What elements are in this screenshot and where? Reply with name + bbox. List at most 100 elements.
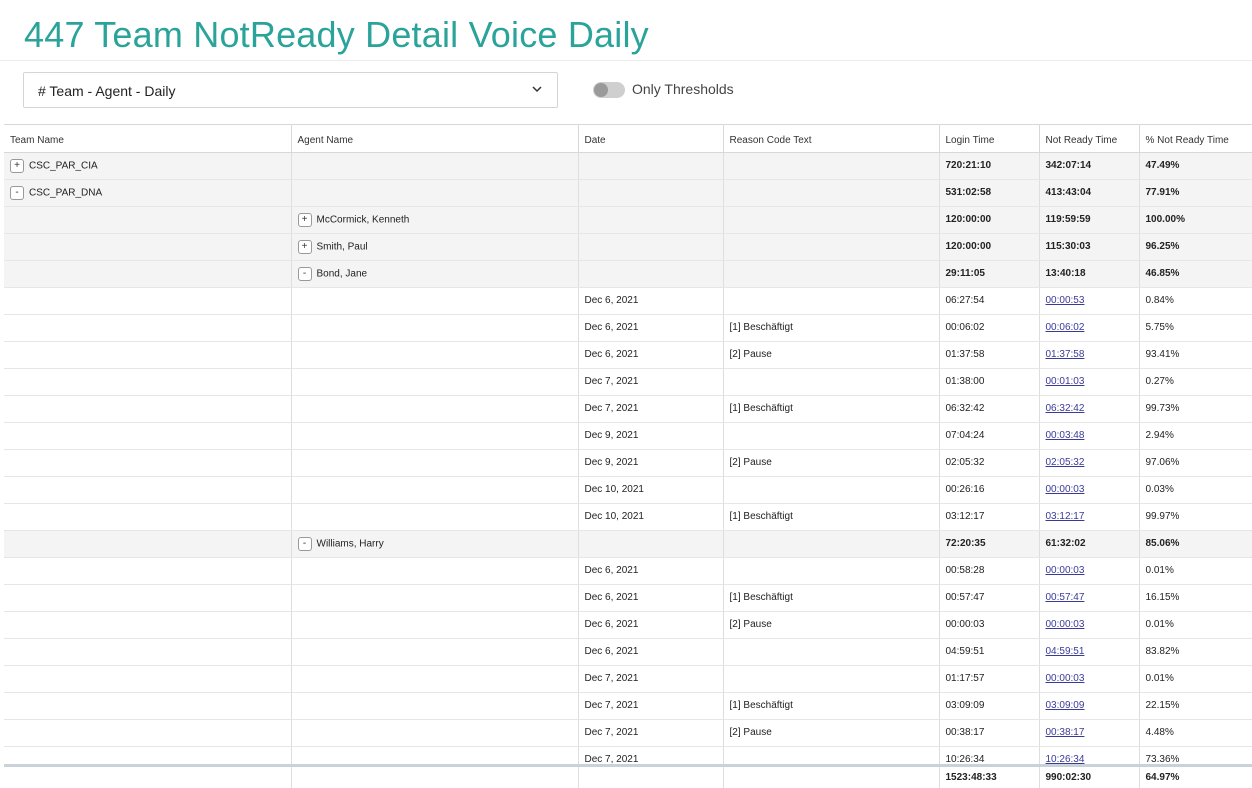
table-row: Dec 10, 2021 [1] Beschäftigt 03:12:17 03:12… bbox=[4, 503, 1252, 531]
team-name-cell bbox=[4, 341, 292, 369]
table-row: Dec 6, 2021 00:58:28 00:00:03 0.01% bbox=[4, 557, 1252, 585]
login-time-cell: 02:05:32 bbox=[939, 449, 1040, 477]
not-ready-time-link[interactable]: 00:00:03 bbox=[1046, 484, 1085, 495]
agent-name-cell bbox=[291, 287, 579, 315]
login-time-cell: 03:12:17 bbox=[939, 503, 1040, 531]
table-row: Dec 7, 2021 [1] Beschäftigt 06:32:42 06:32:… bbox=[4, 395, 1252, 423]
not-ready-time-cell: 00:00:03 bbox=[1039, 611, 1140, 639]
date-cell: Dec 7, 2021 bbox=[578, 719, 724, 747]
view-select[interactable]: # Team - Agent - Daily bbox=[23, 72, 558, 108]
not-ready-time-link[interactable]: 00:38:17 bbox=[1046, 727, 1085, 738]
reason-code-cell bbox=[723, 152, 940, 180]
login-time-cell: 01:17:57 bbox=[939, 665, 1040, 693]
col-header-pct-not-ready[interactable]: % Not Ready Time bbox=[1139, 125, 1252, 153]
login-time-cell: 00:06:02 bbox=[939, 314, 1040, 342]
col-header-date[interactable]: Date bbox=[578, 125, 724, 153]
not-ready-time-link[interactable]: 06:32:42 bbox=[1046, 403, 1085, 414]
agent-name-cell: - Williams, Harry bbox=[291, 530, 579, 558]
table-row: Dec 6, 2021 [1] Beschäftigt 00:57:47 00:57:… bbox=[4, 584, 1252, 612]
agent-summary-row: - Williams, Harry 72:20:35 61:32:02 85.06% bbox=[4, 530, 1252, 558]
reason-code-cell: [1] Beschäftigt bbox=[723, 314, 940, 342]
date-cell: Dec 6, 2021 bbox=[578, 638, 724, 666]
not-ready-time-link[interactable]: 02:05:32 bbox=[1046, 457, 1085, 468]
agent-name-cell bbox=[291, 638, 579, 666]
login-time-cell: 29:11:05 bbox=[939, 260, 1040, 288]
table-row: Dec 6, 2021 04:59:51 04:59:51 83.82% bbox=[4, 638, 1252, 666]
reason-code-cell bbox=[723, 530, 940, 558]
thresholds-toggle-label: Only Thresholds bbox=[632, 81, 734, 97]
not-ready-time-link[interactable]: 04:59:51 bbox=[1046, 646, 1085, 657]
not-ready-time-link[interactable]: 00:00:03 bbox=[1046, 619, 1085, 630]
not-ready-time-link[interactable]: 00:03:48 bbox=[1046, 430, 1085, 441]
not-ready-time-cell: 06:32:42 bbox=[1039, 395, 1140, 423]
team-name-cell bbox=[4, 611, 292, 639]
agent-name-cell-label: McCormick, Kenneth bbox=[316, 214, 410, 225]
pct-not-ready-cell: 0.01% bbox=[1139, 611, 1252, 639]
agent-name-cell bbox=[291, 449, 579, 477]
col-header-reason-code[interactable]: Reason Code Text bbox=[723, 125, 940, 153]
not-ready-time-cell: 00:00:03 bbox=[1039, 665, 1140, 693]
report-grid[interactable]: Team Name Agent Name Date Reason Code Te… bbox=[4, 124, 1252, 788]
date-cell bbox=[578, 260, 724, 288]
col-header-team-name[interactable]: Team Name bbox=[4, 125, 292, 153]
login-time-cell: 00:57:47 bbox=[939, 584, 1040, 612]
not-ready-time-link[interactable]: 00:57:47 bbox=[1046, 592, 1085, 603]
date-cell: Dec 9, 2021 bbox=[578, 449, 724, 477]
date-cell: Dec 6, 2021 bbox=[578, 611, 724, 639]
pct-not-ready-cell: 22.15% bbox=[1139, 692, 1252, 720]
agent-name-cell bbox=[291, 395, 579, 423]
reason-code-cell bbox=[723, 179, 940, 207]
expand-button[interactable]: + bbox=[297, 212, 312, 227]
team-summary-row: - CSC_PAR_DNA 531:02:58 413:43:04 77.91% bbox=[4, 179, 1252, 207]
not-ready-time-link[interactable]: 00:00:53 bbox=[1046, 295, 1085, 306]
not-ready-time-link[interactable]: 03:09:09 bbox=[1046, 700, 1085, 711]
agent-name-cell bbox=[291, 503, 579, 531]
table-body: + CSC_PAR_CIA 720:21:10 342:07:14 47.49% - CSC… bbox=[4, 152, 1252, 774]
team-name-cell-label: CSC_PAR_CIA bbox=[29, 160, 98, 171]
reason-code-cell: [1] Beschäftigt bbox=[723, 692, 940, 720]
pct-not-ready-cell: 83.82% bbox=[1139, 638, 1252, 666]
not-ready-time-cell: 00:38:17 bbox=[1039, 719, 1140, 747]
team-name-cell: + CSC_PAR_CIA bbox=[4, 152, 292, 180]
not-ready-time-link[interactable]: 00:00:03 bbox=[1046, 673, 1085, 684]
expand-button[interactable]: + bbox=[10, 158, 24, 173]
agent-name-cell-label: Williams, Harry bbox=[316, 538, 384, 549]
team-name-cell bbox=[4, 692, 292, 720]
date-cell bbox=[578, 233, 724, 261]
date-cell bbox=[578, 179, 724, 207]
col-header-login-time[interactable]: Login Time bbox=[939, 125, 1040, 153]
login-time-cell: 720:21:10 bbox=[939, 152, 1040, 180]
not-ready-time-link[interactable]: 00:06:02 bbox=[1046, 322, 1085, 333]
login-time-cell: 06:32:42 bbox=[939, 395, 1040, 423]
col-header-not-ready-time[interactable]: Not Ready Time bbox=[1039, 125, 1140, 153]
not-ready-time-cell: 04:59:51 bbox=[1039, 638, 1140, 666]
collapse-button[interactable]: - bbox=[297, 266, 312, 281]
reason-code-cell bbox=[723, 206, 940, 234]
reason-code-cell bbox=[723, 368, 940, 396]
not-ready-time-link[interactable]: 00:01:03 bbox=[1046, 376, 1085, 387]
not-ready-time-link[interactable]: 00:00:03 bbox=[1046, 565, 1085, 576]
collapse-button[interactable]: - bbox=[297, 536, 312, 551]
team-name-cell bbox=[4, 530, 292, 558]
expand-button[interactable]: + bbox=[297, 239, 312, 254]
date-cell: Dec 7, 2021 bbox=[578, 368, 724, 396]
date-cell: Dec 10, 2021 bbox=[578, 476, 724, 504]
thresholds-toggle[interactable] bbox=[593, 82, 625, 98]
agent-name-cell bbox=[291, 557, 579, 585]
col-header-agent-name[interactable]: Agent Name bbox=[291, 125, 579, 153]
not-ready-time-link[interactable]: 03:12:17 bbox=[1046, 511, 1085, 522]
date-cell: Dec 6, 2021 bbox=[578, 314, 724, 342]
agent-name-cell bbox=[291, 584, 579, 612]
team-name-cell bbox=[4, 260, 292, 288]
reason-code-cell bbox=[723, 422, 940, 450]
not-ready-time-cell: 00:57:47 bbox=[1039, 584, 1140, 612]
agent-name-cell-label: Bond, Jane bbox=[316, 268, 368, 279]
reason-code-cell bbox=[723, 638, 940, 666]
not-ready-time-link[interactable]: 01:37:58 bbox=[1046, 349, 1085, 360]
reason-code-cell bbox=[723, 233, 940, 261]
login-time-cell: 72:20:35 bbox=[939, 530, 1040, 558]
collapse-button[interactable]: - bbox=[10, 185, 24, 200]
table-row: Dec 6, 2021 06:27:54 00:00:53 0.84% bbox=[4, 287, 1252, 315]
login-time-cell: 00:00:03 bbox=[939, 611, 1040, 639]
date-cell: Dec 9, 2021 bbox=[578, 422, 724, 450]
